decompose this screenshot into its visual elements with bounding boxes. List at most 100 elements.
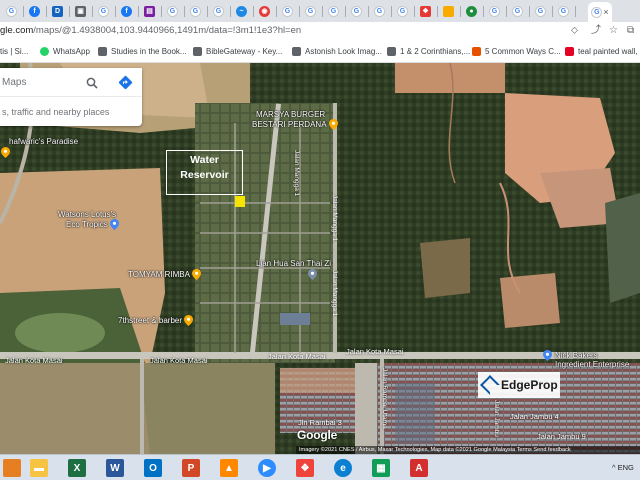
- browser-tab[interactable]: G: [324, 3, 343, 20]
- road-label: Jalan Jambu: [493, 400, 500, 437]
- browser-tab[interactable]: D: [48, 3, 67, 20]
- sheets-icon[interactable]: ▦: [372, 459, 390, 477]
- zoom-icon[interactable]: ▶: [258, 459, 276, 477]
- word-icon[interactable]: W: [106, 459, 124, 477]
- bookmark-item[interactable]: teal painted wall, c...: [565, 47, 640, 56]
- tab-favicon-icon: G: [397, 6, 408, 17]
- tab-separator: [529, 6, 530, 17]
- tab-separator: [23, 6, 24, 17]
- search-placeholder: Maps: [2, 77, 27, 88]
- browser-tab[interactable]: f: [25, 3, 44, 20]
- tab-separator: [46, 6, 47, 17]
- close-icon[interactable]: ×: [603, 7, 608, 17]
- tab-separator: [161, 6, 162, 17]
- browser-tab[interactable]: G: [531, 3, 550, 20]
- search-icon[interactable]: [86, 77, 98, 89]
- browser-tab[interactable]: G: [94, 3, 113, 20]
- browser-tab[interactable]: G: [370, 3, 389, 20]
- tab-favicon-icon: ~: [236, 6, 247, 17]
- place-label[interactable]: 7thstreet & barber: [118, 316, 182, 325]
- tab-favicon-icon: G: [374, 6, 385, 17]
- tab-favicon-icon: D: [52, 6, 63, 17]
- reservoir-label-line1: Water: [190, 154, 219, 166]
- map-attribution[interactable]: Imagery ©2021 CNES / Airbus, Maxar Techn…: [296, 446, 640, 454]
- tab-separator: [276, 6, 277, 17]
- tab-favicon-icon: G: [328, 6, 339, 17]
- bookmark-item[interactable]: BibleGateway - Key...: [193, 47, 282, 56]
- place-label[interactable]: BESTARI PERDANA: [252, 120, 327, 129]
- tab-favicon-icon: ◉: [259, 6, 270, 17]
- place-label[interactable]: Watsons Lotus's: [58, 210, 116, 219]
- edge-icon[interactable]: e: [334, 459, 352, 477]
- browser-tab[interactable]: ~: [232, 3, 251, 20]
- anydesk-icon[interactable]: ❖: [296, 459, 314, 477]
- bookmark-label: Astonish Look Imag...: [305, 47, 382, 56]
- share-icon[interactable]: ⤴: [591, 25, 601, 37]
- tab-separator: [253, 6, 254, 17]
- browser-tab[interactable]: G: [508, 3, 527, 20]
- bookmark-item[interactable]: WhatsApp: [40, 47, 90, 56]
- directions-icon[interactable]: [118, 75, 133, 90]
- pdf-icon[interactable]: A: [410, 459, 428, 477]
- tab-separator: [506, 6, 507, 17]
- taskbar-pinned-app-icon[interactable]: [3, 459, 21, 477]
- browser-tab[interactable]: ◉: [255, 3, 274, 20]
- browser-tab[interactable]: G: [301, 3, 320, 20]
- outlook-icon[interactable]: O: [144, 459, 162, 477]
- place-label[interactable]: Lian Hua San Thai Zi: [256, 259, 331, 268]
- bookmark-item[interactable]: 5 Common Ways C...: [472, 47, 561, 56]
- browser-tab[interactable]: G: [209, 3, 228, 20]
- excel-icon[interactable]: X: [68, 459, 86, 477]
- browser-tab[interactable]: G: [393, 3, 412, 20]
- bookmark-star-icon[interactable]: ☆: [609, 25, 618, 37]
- place-label[interactable]: Eco Tropics: [66, 220, 108, 229]
- browser-tab[interactable]: G: [2, 3, 21, 20]
- tab-separator: [460, 6, 461, 17]
- browser-tab[interactable]: ❖: [416, 3, 435, 20]
- browser-tab[interactable]: G: [347, 3, 366, 20]
- browser-tab[interactable]: f: [117, 3, 136, 20]
- tab-favicon-icon: f: [121, 6, 132, 17]
- bookmark-favicon-icon: [472, 47, 481, 56]
- search-input[interactable]: Maps: [0, 68, 142, 97]
- vlc-icon[interactable]: ▲: [220, 459, 238, 477]
- browser-tab[interactable]: G: [163, 3, 182, 20]
- bookmark-favicon-icon: [193, 47, 202, 56]
- tab-separator: [368, 6, 369, 17]
- powerpoint-icon[interactable]: P: [182, 459, 200, 477]
- browser-tab[interactable]: ▣: [71, 3, 90, 20]
- file-explorer-icon[interactable]: ▬: [30, 459, 48, 477]
- place-label[interactable]: Ingredient Enterprise: [555, 360, 629, 369]
- bookmark-item[interactable]: tis | Si...: [0, 47, 28, 56]
- browser-tab[interactable]: ■: [439, 3, 458, 20]
- bookmark-label: WhatsApp: [53, 47, 90, 56]
- extensions-icon[interactable]: ⧉: [627, 25, 634, 37]
- road-label: Jalan Jambu 9: [537, 432, 586, 441]
- tab-favicon-icon: G: [558, 6, 569, 17]
- place-label[interactable]: TOMYAM RIMBA: [128, 270, 190, 279]
- place-label[interactable]: MARSYA BURGER: [256, 110, 325, 119]
- place-label[interactable]: Nick Bakers: [555, 351, 598, 360]
- browser-tab[interactable]: G: [186, 3, 205, 20]
- bookmark-item[interactable]: Studies in the Book...: [98, 47, 187, 56]
- tab-separator: [391, 6, 392, 17]
- bookmark-item[interactable]: Astonish Look Imag...: [292, 47, 382, 56]
- browser-tab[interactable]: G: [278, 3, 297, 20]
- tab-favicon-icon: G: [98, 6, 109, 17]
- address-bar[interactable]: gle.com/maps/@1.4938004,103.9440966,1491…: [0, 25, 301, 36]
- road-label: Jalan Mangga 1: [331, 195, 338, 242]
- tab-separator: [483, 6, 484, 17]
- tab-separator: [575, 6, 576, 17]
- edgeprop-text: EdgeProp: [501, 378, 558, 392]
- active-tab-close-button[interactable]: G ×: [588, 2, 612, 22]
- tab-favicon-icon: G: [512, 6, 523, 17]
- bookmark-label: Studies in the Book...: [111, 47, 187, 56]
- place-label[interactable]: hafwaric's Paradise: [9, 137, 78, 146]
- browser-tab[interactable]: G: [554, 3, 573, 20]
- browser-tab[interactable]: ●: [462, 3, 481, 20]
- bookmark-item[interactable]: 1 & 2 Corinthians,...: [387, 47, 470, 56]
- location-icon[interactable]: ⬦: [571, 25, 578, 37]
- browser-tab[interactable]: G: [485, 3, 504, 20]
- system-tray[interactable]: ^ ENG: [612, 463, 634, 472]
- browser-tab[interactable]: ▤: [140, 3, 159, 20]
